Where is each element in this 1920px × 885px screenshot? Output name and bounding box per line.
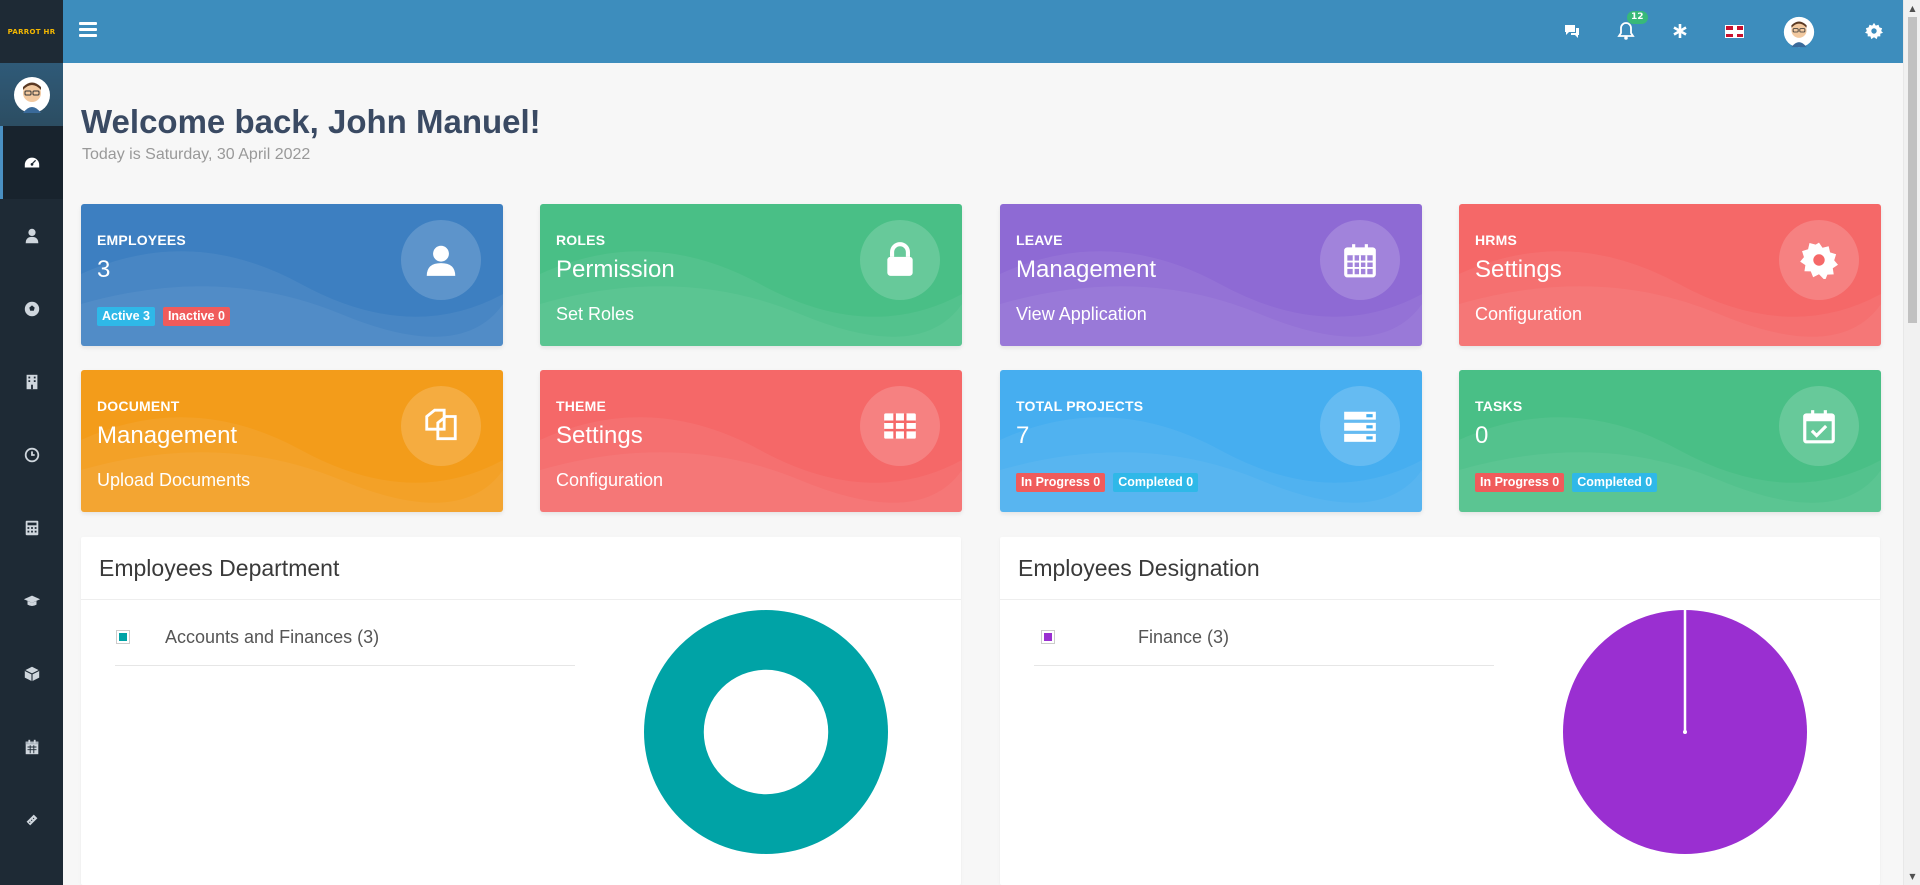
building-icon <box>26 374 37 389</box>
chat-icon[interactable] <box>1561 20 1583 42</box>
panel-title: Employees Department <box>81 537 961 600</box>
sidebar-user-avatar[interactable] <box>0 63 63 126</box>
menu-toggle-icon[interactable] <box>79 22 97 38</box>
department-legend-item[interactable]: Accounts and Finances (3) <box>115 623 575 666</box>
page-title: Welcome back, John Manuel! <box>81 103 541 140</box>
documents-icon <box>401 386 481 466</box>
lock-icon <box>860 220 940 300</box>
asterisk-icon[interactable] <box>1669 20 1691 42</box>
designation-pie-chart <box>1563 610 1807 854</box>
ticket-icon <box>26 814 37 825</box>
card-tasks[interactable]: TASKS 0 In Progress 0 Completed 0 <box>1459 370 1881 512</box>
card-value: Settings <box>1475 256 1562 283</box>
employees-department-panel: Employees Department Accounts and Financ… <box>81 537 961 885</box>
scroll-up-arrow[interactable]: ▲ <box>1904 0 1920 17</box>
sidebar-item-building[interactable] <box>0 345 63 418</box>
sidebar: PARROT HR <box>0 0 63 885</box>
sidebar-item-training[interactable] <box>0 564 63 637</box>
logo-text: PARROT HR <box>7 27 56 36</box>
dashboard-icon <box>24 157 39 167</box>
pie-center-dot <box>1683 730 1687 734</box>
in-progress-badge: In Progress 0 <box>1016 473 1106 492</box>
user-icon <box>401 220 481 300</box>
card-label: EMPLOYEES <box>97 232 186 248</box>
card-roles[interactable]: ROLES Permission Set Roles <box>540 204 962 346</box>
scroll-down-arrow[interactable]: ▼ <box>1904 868 1920 885</box>
sidebar-item-dashboard[interactable] <box>0 126 63 199</box>
calendar-check-icon <box>1779 386 1859 466</box>
page-scrollbar[interactable]: ▲ ▼ <box>1903 0 1920 885</box>
legend-label: Finance (3) <box>1138 626 1230 647</box>
card-label: HRMS <box>1475 232 1518 248</box>
completed-badge: Completed 0 <box>1572 473 1658 492</box>
box-icon <box>24 666 39 681</box>
server-icon <box>1320 386 1400 466</box>
notification-count-badge: 12 <box>1627 11 1648 24</box>
card-leave[interactable]: LEAVE Management View Application <box>1000 204 1422 346</box>
top-navbar: 12 <box>63 0 1903 63</box>
inactive-badge: Inactive 0 <box>162 307 230 326</box>
user-icon <box>25 228 38 243</box>
sidebar-item-calculator[interactable] <box>0 491 63 564</box>
app-logo[interactable]: PARROT HR <box>0 0 63 63</box>
calendar-icon <box>25 739 38 754</box>
notifications-button[interactable]: 12 <box>1615 11 1648 42</box>
card-value: Management <box>1016 256 1157 283</box>
department-donut-chart <box>644 610 888 854</box>
legend-swatch <box>116 630 130 644</box>
card-document[interactable]: DOCUMENT Management Upload Documents <box>81 370 503 512</box>
bell-icon <box>1617 22 1635 40</box>
avatar-icon <box>1783 16 1815 48</box>
card-sub: Set Roles <box>556 304 635 324</box>
card-value: 0 <box>1475 422 1489 449</box>
card-value: 7 <box>1016 422 1030 449</box>
current-date: Today is Saturday, 30 April 2022 <box>82 146 311 163</box>
card-sub: Upload Documents <box>97 470 251 490</box>
sidebar-item-employees[interactable] <box>0 199 63 272</box>
user-avatar[interactable] <box>1783 16 1815 48</box>
completed-badge: Completed 0 <box>1113 473 1199 492</box>
card-total-projects[interactable]: TOTAL PROJECTS 7 In Progress 0 Completed… <box>1000 370 1422 512</box>
table-icon <box>860 386 940 466</box>
donut-hole <box>703 669 829 795</box>
card-sub: View Application <box>1016 304 1147 324</box>
card-label: TOTAL PROJECTS <box>1016 398 1144 414</box>
avatar-icon <box>13 76 50 113</box>
language-flag-icon[interactable] <box>1723 20 1745 42</box>
gear-icon <box>1779 220 1859 300</box>
settings-gear-icon[interactable] <box>1863 20 1885 42</box>
card-theme[interactable]: THEME Settings Configuration <box>540 370 962 512</box>
card-value: Settings <box>556 422 643 449</box>
card-employees[interactable]: EMPLOYEES 3 Active 3 Inactive 0 <box>81 204 503 346</box>
designation-legend-item[interactable]: Finance (3) <box>1034 623 1494 666</box>
employees-designation-panel: Employees Designation Finance (3) <box>1000 537 1880 885</box>
legend-swatch <box>1041 630 1055 644</box>
sidebar-item-calendar[interactable] <box>0 710 63 783</box>
card-sub: Configuration <box>556 470 664 490</box>
panel-title: Employees Designation <box>1000 537 1880 600</box>
card-label: DOCUMENT <box>97 398 180 414</box>
sidebar-item-clock[interactable] <box>0 418 63 491</box>
card-hrms[interactable]: HRMS Settings Configuration <box>1459 204 1881 346</box>
sidebar-item-sports[interactable] <box>0 272 63 345</box>
card-value: 3 <box>97 256 111 283</box>
soccer-ball-icon <box>24 301 39 316</box>
scroll-thumb[interactable] <box>1908 17 1917 323</box>
card-label: LEAVE <box>1016 232 1063 248</box>
in-progress-badge: In Progress 0 <box>1475 473 1565 492</box>
card-sub: Configuration <box>1475 304 1583 324</box>
graduation-cap-icon <box>23 595 40 606</box>
active-badge: Active 3 <box>97 307 155 326</box>
card-value: Management <box>97 422 238 449</box>
card-label: ROLES <box>556 232 606 248</box>
card-label: TASKS <box>1475 398 1523 414</box>
sidebar-item-assets[interactable] <box>0 637 63 710</box>
legend-label: Accounts and Finances (3) <box>165 626 380 647</box>
card-label: THEME <box>556 398 606 414</box>
calendar-icon <box>1320 220 1400 300</box>
calculator-icon <box>25 520 38 535</box>
card-value: Permission <box>556 256 675 283</box>
clock-icon <box>24 447 39 462</box>
sidebar-item-tickets[interactable] <box>0 783 63 856</box>
